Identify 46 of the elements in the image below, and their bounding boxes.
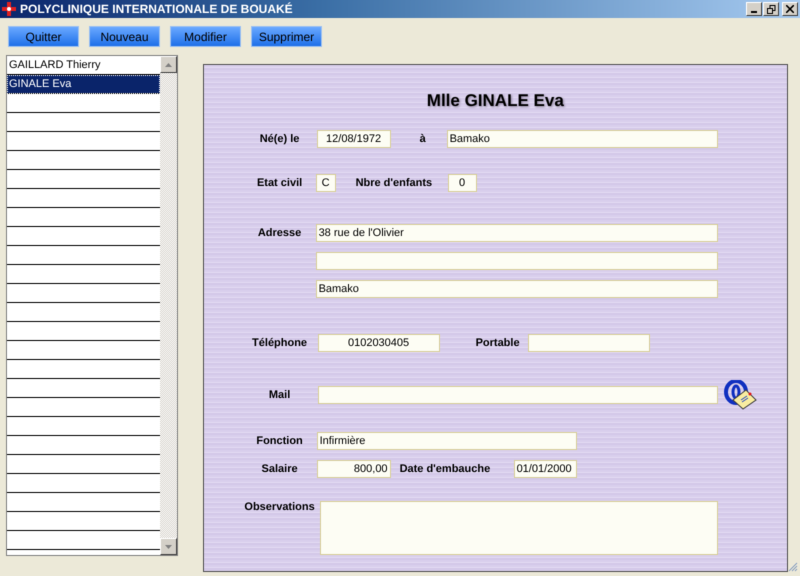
email-icon [724, 380, 757, 410]
field-label: à [420, 133, 427, 145]
field-label: Né(e) le [258, 133, 300, 145]
toolbar-button[interactable]: Modifier [170, 26, 241, 47]
field-label: Adresse [256, 227, 302, 239]
input-field[interactable]: Bamako [316, 280, 718, 298]
field-label: Téléphone [251, 337, 308, 349]
restore-button[interactable] [763, 2, 779, 16]
input-field[interactable]: Bamako [446, 130, 718, 148]
minimize-button[interactable] [746, 2, 762, 16]
scrollbar[interactable] [160, 56, 177, 555]
input-field[interactable]: Infirmière [316, 432, 577, 450]
window-title: POLYCLINIQUE INTERNATIONALE DE BOUAKÉ [20, 2, 293, 16]
list-item[interactable]: GINALE Eva [7, 75, 160, 94]
scroll-up-button[interactable] [160, 56, 177, 73]
input-field[interactable]: 0 [448, 174, 477, 192]
up-arrow-icon [164, 62, 172, 66]
field-label: Salaire [260, 463, 299, 475]
input-field[interactable]: 12/08/1972 [316, 130, 391, 148]
input-field[interactable] [318, 386, 718, 404]
toolbar-button[interactable]: Quitter [8, 26, 79, 47]
close-icon [786, 5, 794, 13]
input-field[interactable] [528, 334, 650, 352]
input-field[interactable] [316, 252, 718, 270]
input-field[interactable]: 01/01/2000 [514, 460, 577, 478]
input-field[interactable]: 38 rue de l'Olivier [316, 224, 718, 242]
toolbar-button[interactable]: Nouveau [89, 26, 160, 47]
close-button[interactable] [782, 2, 798, 16]
field-label: Fonction [255, 435, 304, 447]
input-field[interactable] [320, 501, 718, 555]
resize-grip-icon [788, 562, 798, 572]
scroll-down-button[interactable] [160, 538, 177, 555]
medical-cross-icon [2, 2, 16, 16]
input-field[interactable]: C [316, 174, 336, 192]
field-label: Etat civil [256, 177, 304, 189]
field-label: Portable [476, 337, 521, 349]
field-label: Nbre d'enfants [356, 177, 434, 189]
restore-icon [766, 4, 776, 14]
field-label: Date d'embauche [400, 463, 492, 475]
input-field[interactable]: 0102030405 [318, 334, 440, 352]
form-title: Mlle GINALE Eva [426, 91, 564, 111]
field-label: Observations [244, 501, 316, 513]
down-arrow-icon [164, 544, 172, 548]
toolbar-button[interactable]: Supprimer [251, 26, 322, 47]
input-field[interactable]: 800,00 [316, 460, 391, 478]
field-label: Mail [268, 389, 292, 401]
